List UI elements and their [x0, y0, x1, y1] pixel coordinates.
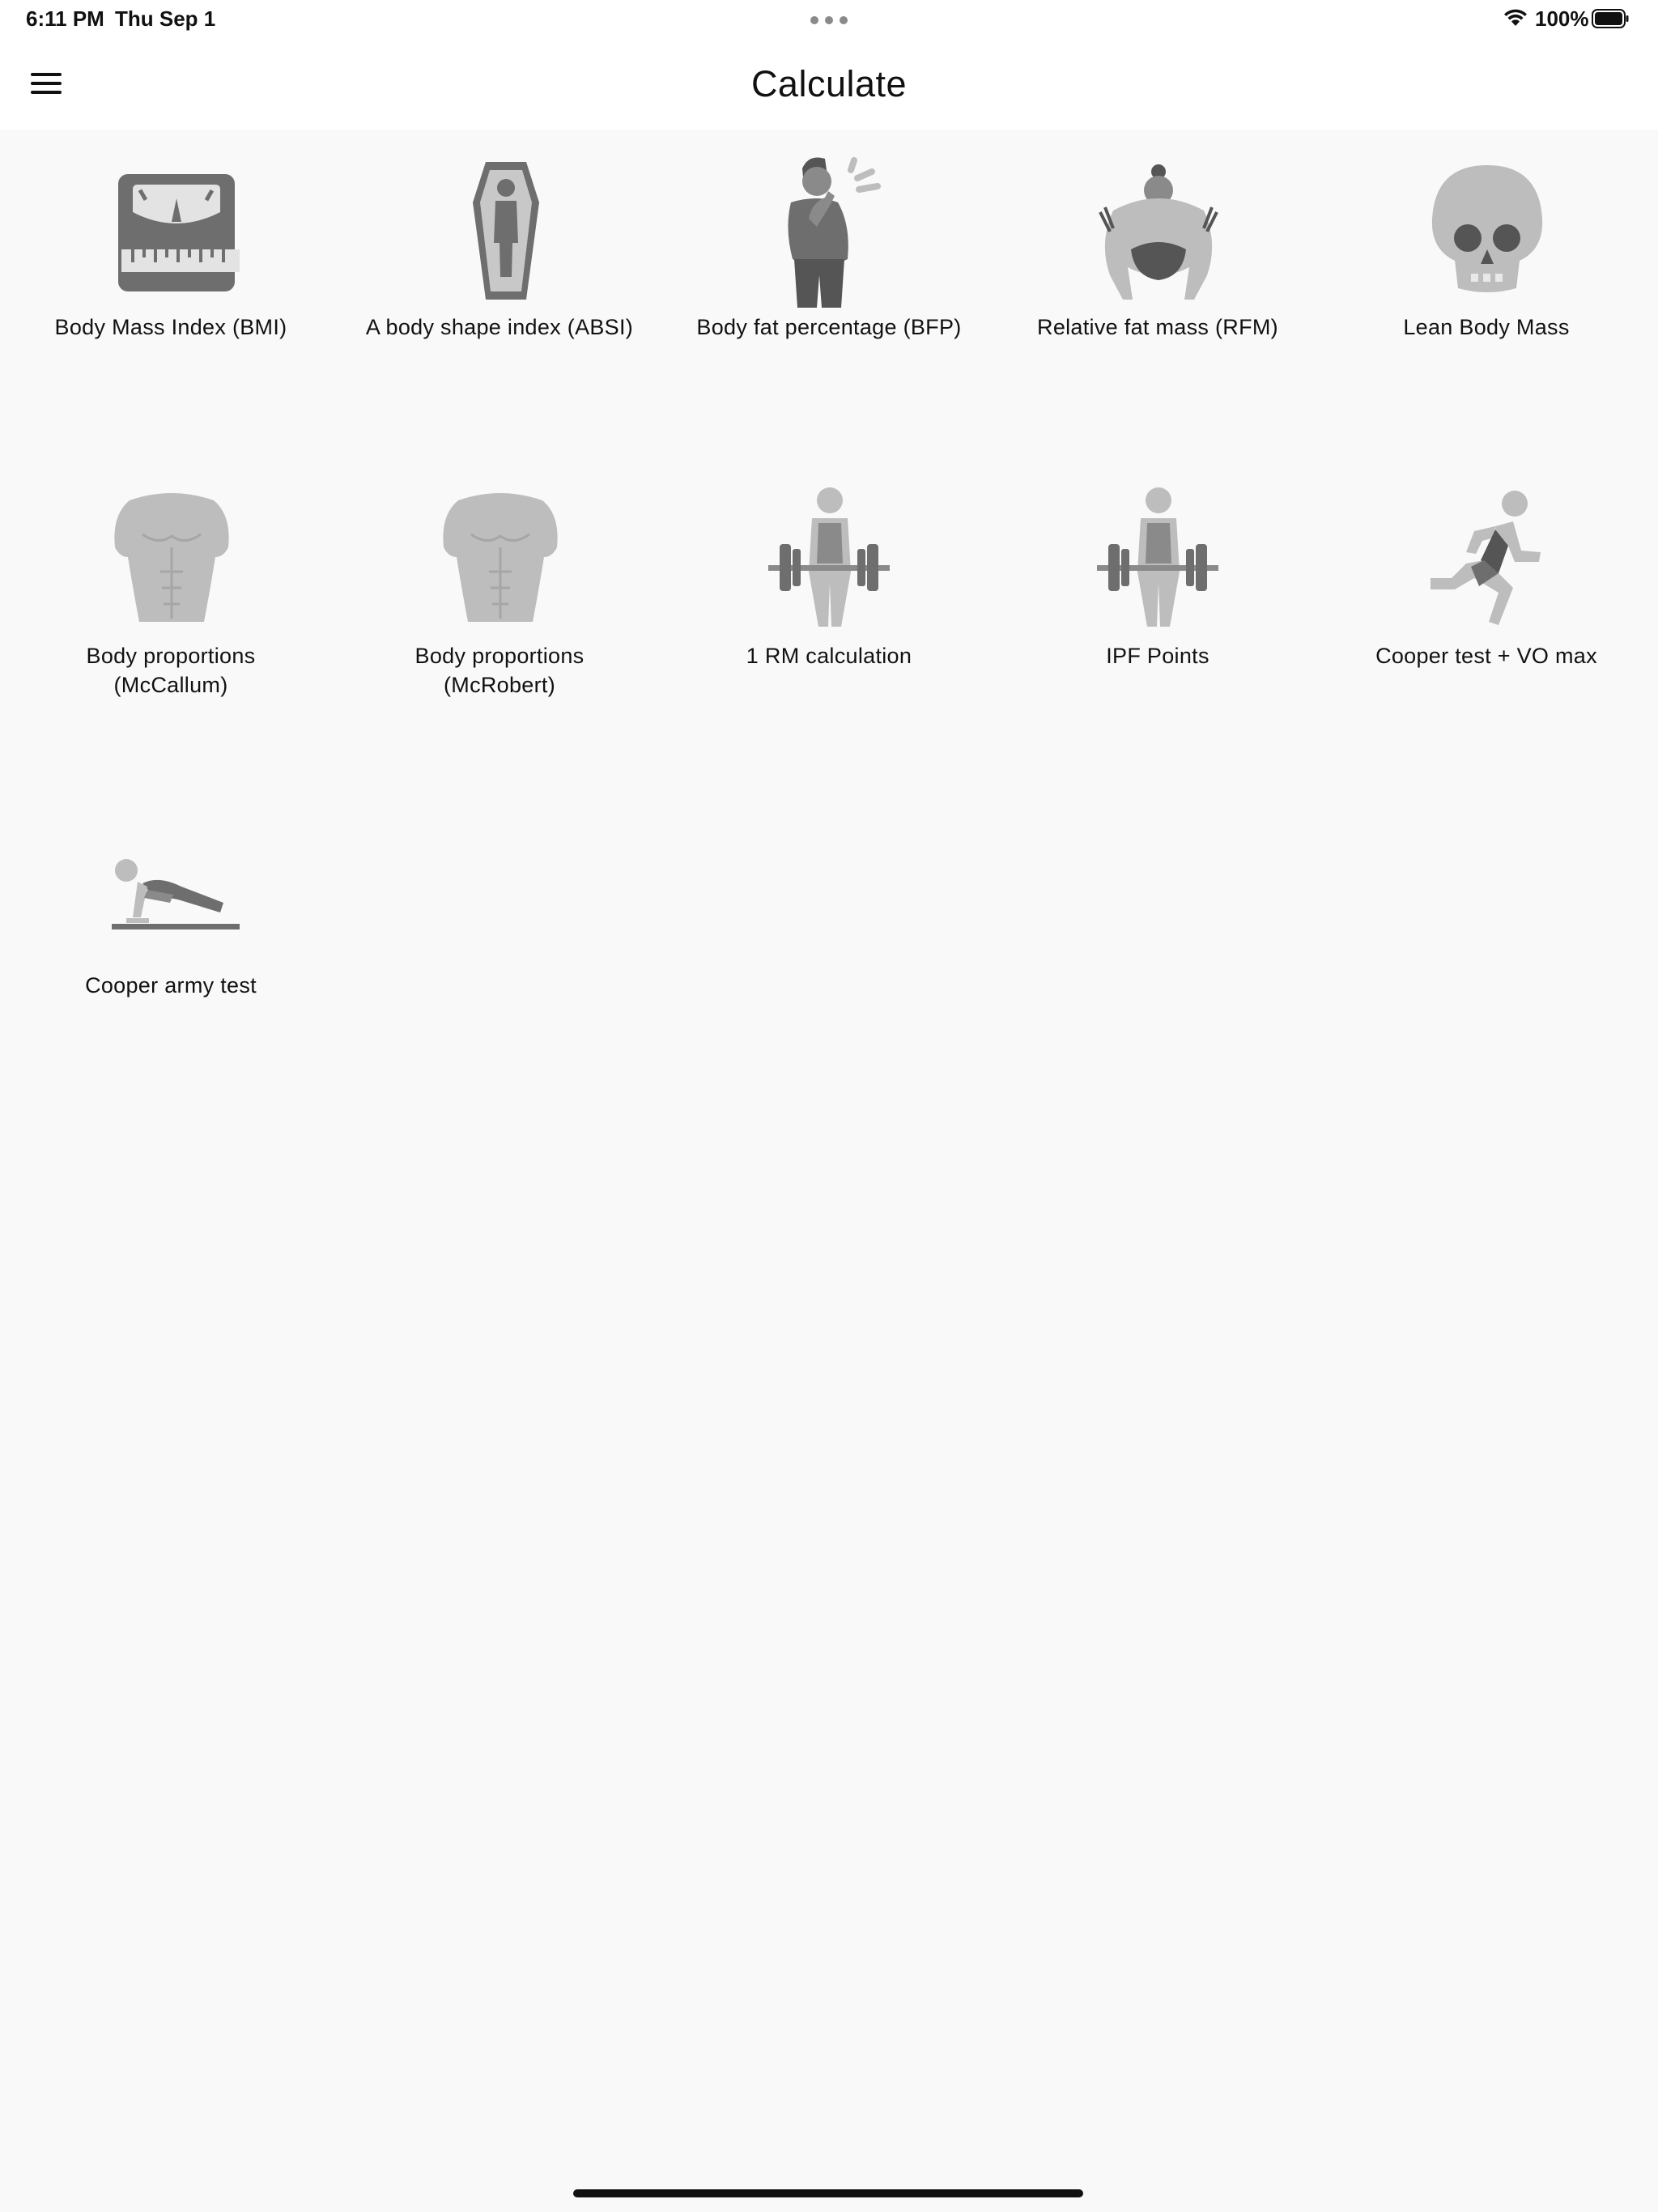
calculator-label: Body fat percentage (BFP)	[696, 315, 962, 339]
calculator-cooper-army-test[interactable]: Cooper army test	[6, 812, 335, 1071]
calculator-body-proportions-mcrobert[interactable]: Body proportions (McRobert)	[335, 483, 664, 742]
battery-percentage: 100%	[1535, 6, 1589, 31]
calculator-bfp[interactable]: Body fat percentage (BFP)	[665, 154, 993, 413]
battery-icon	[1592, 9, 1629, 28]
eating-person-icon	[788, 157, 881, 308]
calculator-label: 1 RM calculation	[746, 644, 912, 668]
status-bar: 6:11 PM Thu Sep 1 100%	[0, 0, 1658, 39]
calculator-bmi[interactable]: Body Mass Index (BMI)	[6, 154, 335, 413]
skull-icon	[1431, 165, 1543, 292]
calculator-rfm[interactable]: Relative fat mass (RFM)	[993, 154, 1322, 413]
status-time: 6:11 PM	[26, 6, 104, 31]
home-indicator[interactable]	[573, 2189, 1083, 2197]
weightlifter-icon	[768, 487, 890, 627]
pushup-icon	[112, 859, 240, 929]
weightlifter-icon	[1097, 487, 1218, 627]
torso-icon	[114, 493, 229, 622]
navigation-bar: Calculate	[0, 39, 1658, 130]
calculator-label: IPF Points	[1106, 644, 1209, 668]
calculator-cooper-test-vo-max[interactable]: Cooper test + VO max	[1322, 483, 1651, 742]
calculator-label: Lean Body Mass	[1403, 315, 1570, 339]
calculator-label: A body shape index (ABSI)	[365, 315, 634, 339]
multitasking-dots-icon[interactable]	[810, 16, 848, 24]
wifi-icon	[1504, 9, 1527, 26]
runner-icon	[1431, 491, 1541, 625]
calculator-label: Body proportions (McRobert)	[414, 644, 585, 697]
torso-icon	[443, 493, 558, 622]
scale-icon	[118, 174, 240, 291]
page-title: Calculate	[750, 63, 908, 104]
calculator-label: Cooper test + VO max	[1375, 644, 1597, 668]
calculator-label: Body Mass Index (BMI)	[54, 315, 287, 339]
calculator-label: Relative fat mass (RFM)	[1037, 315, 1278, 339]
calculator-ipf-points[interactable]: IPF Points	[993, 483, 1322, 742]
status-date: Thu Sep 1	[115, 6, 216, 31]
calculator-lean-body-mass[interactable]: Lean Body Mass	[1322, 154, 1651, 413]
calculator-label: Cooper army test	[85, 973, 257, 998]
sumo-wrestler-icon	[1099, 164, 1218, 300]
calculator-1rm[interactable]: 1 RM calculation	[665, 483, 993, 742]
calculator-body-proportions-mccallum[interactable]: Body proportions (McCallum)	[6, 483, 335, 742]
coffin-icon	[473, 162, 539, 300]
calculator-absi[interactable]: A body shape index (ABSI)	[335, 154, 664, 413]
calculator-label: Body proportions (McCallum)	[86, 644, 256, 697]
